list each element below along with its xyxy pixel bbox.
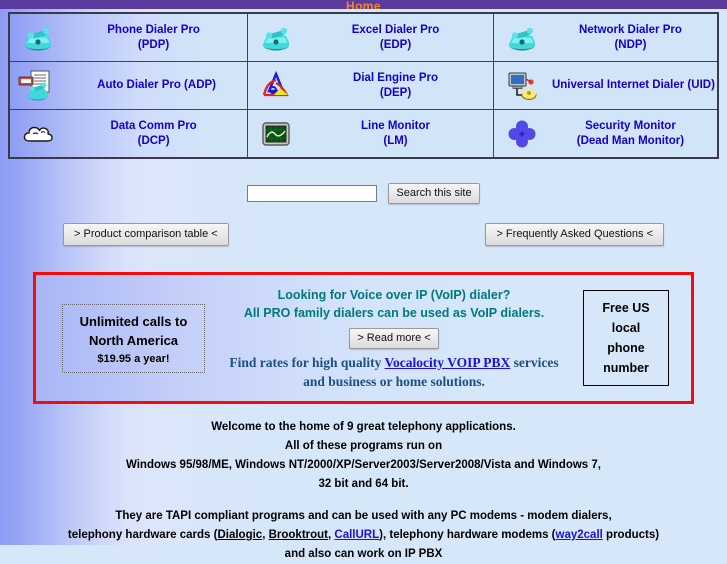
free-number-line1: Free US <box>602 301 650 315</box>
table-row: Phone Dialer Pro (PDP) Excel Dialer Pro … <box>8 12 719 62</box>
promo-rates-line-2: and business or home solutions. <box>303 373 485 389</box>
promo-rates-line-1: Find rates for high quality Vocalocity V… <box>213 353 575 372</box>
table-row: Data Comm Pro (DCP) Line Monitor (LM) Se… <box>8 109 719 159</box>
product-label: Security Monitor (Dead Man Monitor) <box>576 119 685 147</box>
product-label: Line Monitor (LM) <box>361 119 431 147</box>
promo-headline-2: All PRO family dialers can be used as Vo… <box>243 305 545 320</box>
voip-promo-banner: Unlimited calls to North America $19.95 … <box>33 272 694 404</box>
product-grid-wrapper: Phone Dialer Pro (PDP) Excel Dialer Pro … <box>0 12 727 159</box>
way2call-link[interactable]: way2call <box>556 529 603 541</box>
nav-item-home[interactable]: Home <box>346 0 381 9</box>
unlimited-calls-price: $19.95 a year! <box>97 352 170 365</box>
rates-post-text: services <box>510 354 559 370</box>
vocalocity-link[interactable]: Vocalocity VOIP PBX <box>385 355 511 370</box>
unlimited-calls-box[interactable]: Unlimited calls to North America $19.95 … <box>62 303 205 373</box>
free-number-line4: number <box>603 361 649 375</box>
product-label: Universal Internet Dialer (UID) <box>551 79 715 91</box>
callurl-link[interactable]: CallURL <box>334 529 379 541</box>
secondary-nav: > Product comparison table < > Frequentl… <box>0 223 727 246</box>
product-label: Auto Dialer Pro (ADP) <box>97 79 216 91</box>
free-number-line2: local <box>611 321 641 335</box>
unlimited-calls-line1: Unlimited calls to <box>79 313 188 329</box>
dialogic-link[interactable]: Dialogic <box>217 529 262 541</box>
ip-pbx-line: and also can work on IP PBX <box>284 548 443 560</box>
product-cell-adp[interactable]: Auto Dialer Pro (ADP) <box>8 61 249 110</box>
product-label: Data Comm Pro (DCP) <box>110 119 197 147</box>
copy-spacer <box>0 494 727 507</box>
table-row: Auto Dialer Pro (ADP) Dial Engine Pro (D… <box>8 61 719 110</box>
intro-copy: Welcome to the home of 9 great telephony… <box>0 418 727 564</box>
search-button[interactable]: Search this site <box>388 183 480 204</box>
product-cell-ndp[interactable]: Network Dialer Pro (NDP) <box>492 12 719 62</box>
oscilloscope-icon <box>248 121 304 147</box>
dial-engine-icon <box>248 70 304 101</box>
hardware-line: telephony hardware cards (Dialogic, Broo… <box>0 526 727 545</box>
brooktrout-link[interactable]: Brooktrout <box>269 529 328 541</box>
hw-pre-text: telephony hardware cards ( <box>67 529 218 541</box>
cloud-icon <box>10 122 66 146</box>
product-grid: Phone Dialer Pro (PDP) Excel Dialer Pro … <box>8 12 719 159</box>
unlimited-calls-line2: North America <box>88 332 179 348</box>
os-support-line: Windows 95/98/ME, Windows NT/2000/XP/Ser… <box>125 459 601 471</box>
site-search: Search this site <box>0 183 727 204</box>
free-us-number-box[interactable]: Free US local phone number <box>583 290 669 386</box>
phone-icon <box>494 24 550 52</box>
top-nav-bar: Home <box>0 0 727 9</box>
search-input[interactable] <box>247 185 378 202</box>
product-cell-dcp[interactable]: Data Comm Pro (DCP) <box>8 109 249 159</box>
product-comparison-button[interactable]: > Product comparison table < <box>63 223 229 246</box>
hw-post-text: products) <box>602 529 660 541</box>
free-number-line3: phone <box>607 341 645 355</box>
read-more-button[interactable]: > Read more < <box>349 327 439 349</box>
voip-promo-content: Looking for Voice over IP (VoIP) dialer?… <box>205 286 583 391</box>
phone-icon <box>10 24 66 52</box>
clover-icon <box>494 119 550 149</box>
phone-icon <box>248 24 304 52</box>
product-cell-pdp[interactable]: Phone Dialer Pro (PDP) <box>8 12 249 62</box>
product-cell-dep[interactable]: Dial Engine Pro (DEP) <box>247 61 494 110</box>
product-label: Excel Dialer Pro (EDP) <box>351 23 440 51</box>
product-cell-edp[interactable]: Excel Dialer Pro (EDP) <box>247 12 494 62</box>
internet-dialer-icon <box>494 70 550 102</box>
bitness-line: 32 bit and 64 bit. <box>318 478 409 490</box>
welcome-line: Welcome to the home of 9 great telephony… <box>211 421 516 433</box>
product-label: Dial Engine Pro (DEP) <box>353 71 439 99</box>
rates-pre-text: Find rates for high quality <box>229 354 385 370</box>
page-root: Home Phone Dialer Pro (PDP) Excel Dialer… <box>0 0 727 560</box>
product-cell-lm[interactable]: Line Monitor (LM) <box>247 109 494 159</box>
read-more-row: > Read more < <box>213 327 575 349</box>
product-cell-uid[interactable]: Universal Internet Dialer (UID) <box>492 61 719 110</box>
faq-button[interactable]: > Frequently Asked Questions < <box>485 223 664 246</box>
product-cell-security[interactable]: Security Monitor (Dead Man Monitor) <box>492 109 719 159</box>
hw-sep-3: ), telephony hardware modems ( <box>379 529 556 541</box>
auto-dialer-icon <box>10 69 66 103</box>
product-label: Network Dialer Pro (NDP) <box>578 23 682 51</box>
promo-headline-1: Looking for Voice over IP (VoIP) dialer? <box>277 287 511 302</box>
tapi-line: They are TAPI compliant programs and can… <box>115 510 612 522</box>
runs-on-line: All of these programs run on <box>284 440 443 452</box>
product-label: Phone Dialer Pro (PDP) <box>107 23 200 51</box>
